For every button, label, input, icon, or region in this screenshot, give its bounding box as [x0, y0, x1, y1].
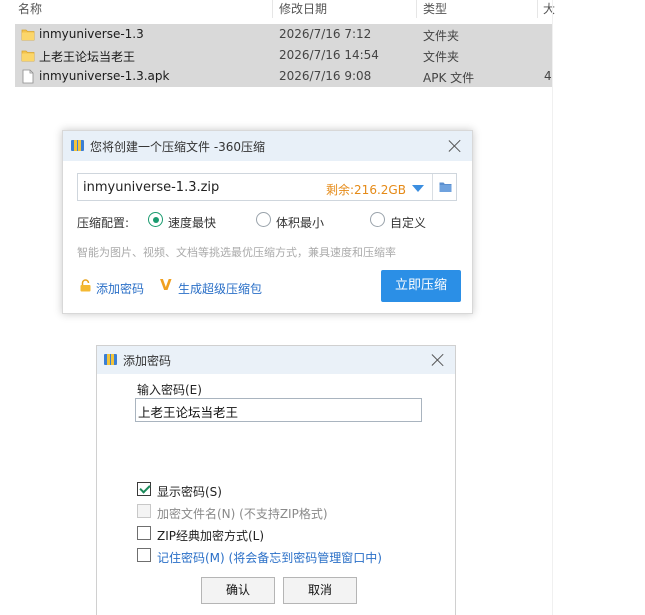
divider [432, 174, 433, 200]
radio-fastest[interactable] [148, 212, 163, 227]
column-separator[interactable] [416, 0, 417, 18]
archive-path-field[interactable]: inmyuniverse-1.3.zip 剩余:216.2GB [77, 173, 457, 201]
file-date: 2026/7/16 7:12 [279, 27, 372, 41]
column-size-header[interactable]: 大 [543, 0, 555, 17]
remember-password-label[interactable]: 记住密码(M) (将会备忘到密码管理窗口中) [157, 549, 382, 566]
file-type: 文件夹 [423, 50, 460, 64]
password-dialog-title: 添加密码 [123, 354, 172, 368]
file-explorer: 名称 修改日期 类型 大 inmyuniverse-1.3 2026/7/16 … [0, 0, 645, 100]
show-password-checkbox[interactable] [137, 482, 151, 496]
archive-filename[interactable]: inmyuniverse-1.3.zip [83, 180, 219, 195]
lock-icon [80, 279, 91, 292]
password-input[interactable]: 上老王论坛当老王 [135, 398, 422, 422]
zip-classic-encryption-checkbox[interactable] [137, 526, 151, 540]
compress-dialog-titlebar[interactable]: 您将创建一个压缩文件 -360压缩 [63, 131, 472, 161]
show-password-label[interactable]: 显示密码(S) [157, 483, 222, 500]
file-name: inmyuniverse-1.3.apk [39, 69, 170, 83]
cancel-button[interactable]: 取消 [283, 577, 357, 604]
file-size: 4 [544, 69, 552, 83]
confirm-button[interactable]: 确认 [201, 577, 275, 604]
free-space-label: 剩余:216.2GB [326, 183, 406, 197]
add-password-link[interactable]: 添加密码 [96, 280, 144, 297]
super-package-link[interactable]: 生成超级压缩包 [178, 280, 262, 297]
file-icon [22, 69, 34, 84]
file-row[interactable]: 上老王论坛当老王 2026/7/16 14:54 文件夹 [15, 45, 552, 66]
file-row[interactable]: inmyuniverse-1.3 2026/7/16 7:12 文件夹 [15, 24, 552, 45]
file-row[interactable]: inmyuniverse-1.3.apk 2026/7/16 9:08 APK … [15, 66, 552, 87]
compress-config-label: 压缩配置: [77, 216, 130, 230]
file-date: 2026/7/16 14:54 [279, 48, 379, 62]
column-type-header[interactable]: 类型 [423, 0, 447, 17]
remember-password-checkbox[interactable] [137, 548, 151, 562]
password-dialog-titlebar[interactable]: 添加密码 [97, 346, 455, 374]
file-date: 2026/7/16 9:08 [279, 69, 372, 83]
column-date-header[interactable]: 修改日期 [279, 0, 327, 17]
compress-hint-text: 智能为图片、视频、文档等挑选最优压缩方式，兼具速度和压缩率 [77, 246, 396, 259]
column-separator[interactable] [272, 0, 273, 18]
password-value[interactable]: 上老王论坛当老王 [138, 402, 238, 421]
radio-smallest-label[interactable]: 体积最小 [276, 214, 324, 231]
compress-dialog: 您将创建一个压缩文件 -360压缩 inmyuniverse-1.3.zip 剩… [62, 130, 473, 314]
column-header-bar: 名称 修改日期 类型 大 [0, 0, 555, 18]
encrypt-filename-checkbox [137, 504, 151, 518]
archive-app-icon [71, 140, 84, 151]
file-name: 上老王论坛当老王 [39, 50, 136, 64]
browse-folder-icon[interactable] [439, 181, 452, 193]
password-input-label: 输入密码(E) [137, 383, 202, 397]
file-type: APK 文件 [423, 71, 475, 85]
radio-fastest-label[interactable]: 速度最快 [168, 214, 216, 231]
column-separator[interactable] [537, 0, 538, 18]
vip-v-icon: V [160, 276, 172, 294]
add-password-dialog: 添加密码 输入密码(E) 上老王论坛当老王 显示密码(S) 加密文件名(N) (… [96, 345, 456, 615]
encrypt-filename-label: 加密文件名(N) (不支持ZIP格式) [157, 507, 328, 521]
radio-custom-label[interactable]: 自定义 [390, 214, 426, 231]
file-type: 文件夹 [423, 29, 460, 43]
folder-icon [21, 29, 35, 41]
file-name: inmyuniverse-1.3 [39, 27, 144, 41]
close-icon[interactable] [448, 139, 462, 153]
compress-now-button[interactable]: 立即压缩 [381, 270, 461, 302]
archive-app-icon [104, 354, 117, 365]
chevron-down-icon[interactable] [412, 185, 424, 192]
close-icon[interactable] [431, 353, 445, 367]
radio-smallest[interactable] [256, 212, 271, 227]
radio-custom[interactable] [370, 212, 385, 227]
pane-divider [552, 0, 553, 615]
column-name-header[interactable]: 名称 [18, 0, 42, 17]
folder-icon [21, 50, 35, 62]
compress-dialog-title: 您将创建一个压缩文件 -360压缩 [90, 140, 266, 154]
zip-classic-encryption-label[interactable]: ZIP经典加密方式(L) [157, 527, 264, 544]
